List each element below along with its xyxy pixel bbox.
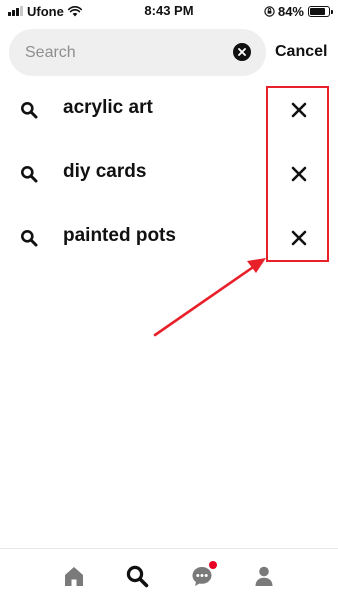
battery-percent: 84% [277, 3, 304, 19]
clear-search-button[interactable] [233, 43, 251, 61]
annotation-highlight-box [266, 86, 329, 262]
tab-search[interactable] [124, 563, 150, 589]
bottom-tab-bar [0, 548, 338, 600]
clear-icon [238, 48, 246, 56]
search-icon [21, 166, 38, 183]
recent-search-label: acrylic art [63, 97, 153, 118]
search-icon [21, 230, 38, 247]
recent-search-label: diy cards [63, 161, 147, 182]
cancel-button[interactable]: Cancel [275, 43, 327, 61]
status-bar-right: 84% [264, 3, 333, 19]
search-input[interactable] [25, 29, 225, 76]
status-bar: Ufone 8:43 PM 84% [0, 0, 338, 24]
battery-level [310, 7, 326, 15]
search-icon [21, 102, 38, 119]
orientation-lock-icon [264, 5, 275, 17]
search-box[interactable] [9, 29, 266, 76]
tab-home[interactable] [61, 563, 87, 589]
battery-icon [308, 5, 333, 17]
tab-profile[interactable] [251, 563, 277, 589]
notification-dot [209, 561, 217, 569]
search-icon [126, 565, 149, 588]
recent-search-label: painted pots [63, 225, 176, 246]
profile-icon [255, 566, 273, 586]
tab-messages[interactable] [189, 561, 217, 589]
home-icon [65, 567, 83, 586]
